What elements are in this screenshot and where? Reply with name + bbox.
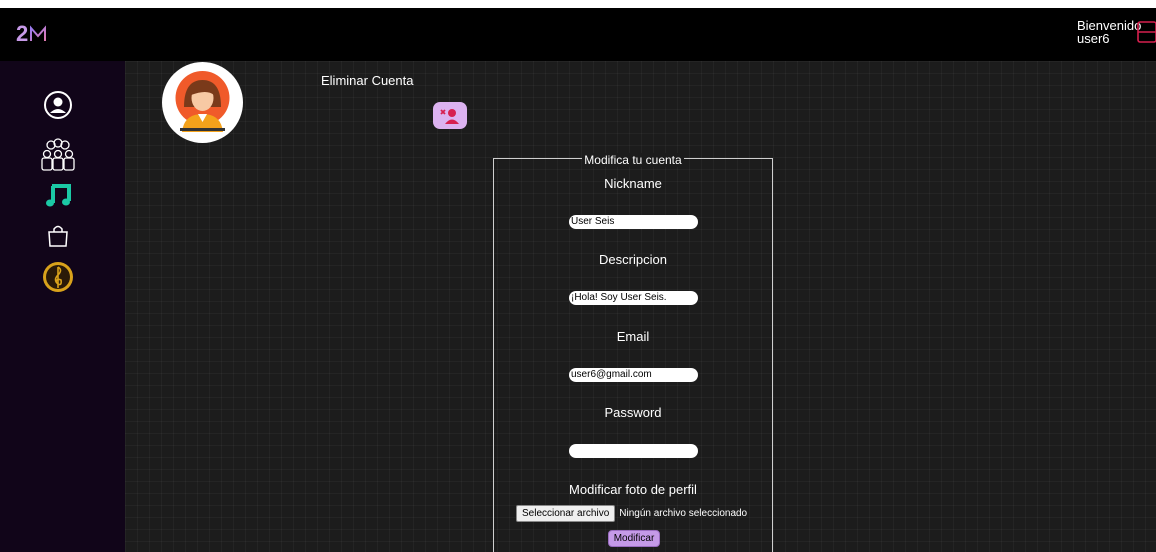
top-bar: 2 Bienvenido user6 (0, 8, 1156, 61)
user-circle-icon (44, 91, 72, 119)
profile-photo-label: Modificar foto de perfil (569, 482, 697, 497)
email-label: Email (616, 329, 650, 344)
choose-file-button[interactable]: Seleccionar archivo (516, 505, 616, 522)
sidebar-item-music[interactable] (40, 177, 76, 213)
sidebar-item-awards[interactable] (40, 259, 76, 295)
logo[interactable]: 2 (16, 21, 47, 47)
sidebar-item-profile[interactable] (40, 87, 76, 123)
main-content: Eliminar Cuenta Modifica tu cuenta Nickn… (125, 61, 1156, 552)
form-legend-text: Modifica tu cuenta (582, 153, 684, 167)
file-status-text: Ningún archivo seleccionado (619, 508, 748, 519)
sidebar-item-groups[interactable] (40, 137, 76, 173)
sidebar (0, 61, 125, 552)
delete-account-title: Eliminar Cuenta (321, 73, 414, 88)
email-input[interactable] (569, 368, 698, 382)
welcome-text: Bienvenido user6 (1077, 19, 1141, 45)
logo-m-icon (30, 25, 47, 41)
welcome-username: user6 (1077, 31, 1110, 46)
nickname-input[interactable] (569, 215, 698, 229)
logo-number: 2 (16, 21, 28, 46)
form-legend: Modifica tu cuenta (494, 151, 772, 169)
file-picker: Seleccionar archivo Ningún archivo selec… (516, 505, 747, 522)
modify-account-form: Modifica tu cuenta Nickname Descripcion … (493, 153, 773, 552)
music-note-icon (46, 184, 71, 207)
profile-avatar (162, 62, 243, 143)
sidebar-item-shop[interactable] (40, 218, 76, 254)
logout-icon[interactable] (1136, 20, 1156, 44)
password-input[interactable] (569, 444, 698, 458)
woman-avatar-icon (175, 71, 230, 132)
password-label: Password (604, 405, 662, 420)
delete-account-button[interactable] (433, 102, 467, 129)
description-label: Descripcion (599, 252, 667, 267)
group-icon (41, 138, 75, 171)
shopping-bag-icon (48, 225, 68, 247)
modify-submit-button[interactable]: Modificar (608, 530, 660, 547)
remove-user-icon (440, 108, 459, 124)
nickname-label: Nickname (604, 176, 662, 191)
app-page: 2 Bienvenido user6 Eliminar Cuenta Modif… (0, 8, 1156, 552)
description-input[interactable] (569, 291, 698, 305)
treble-clef-medal-icon (43, 262, 73, 292)
